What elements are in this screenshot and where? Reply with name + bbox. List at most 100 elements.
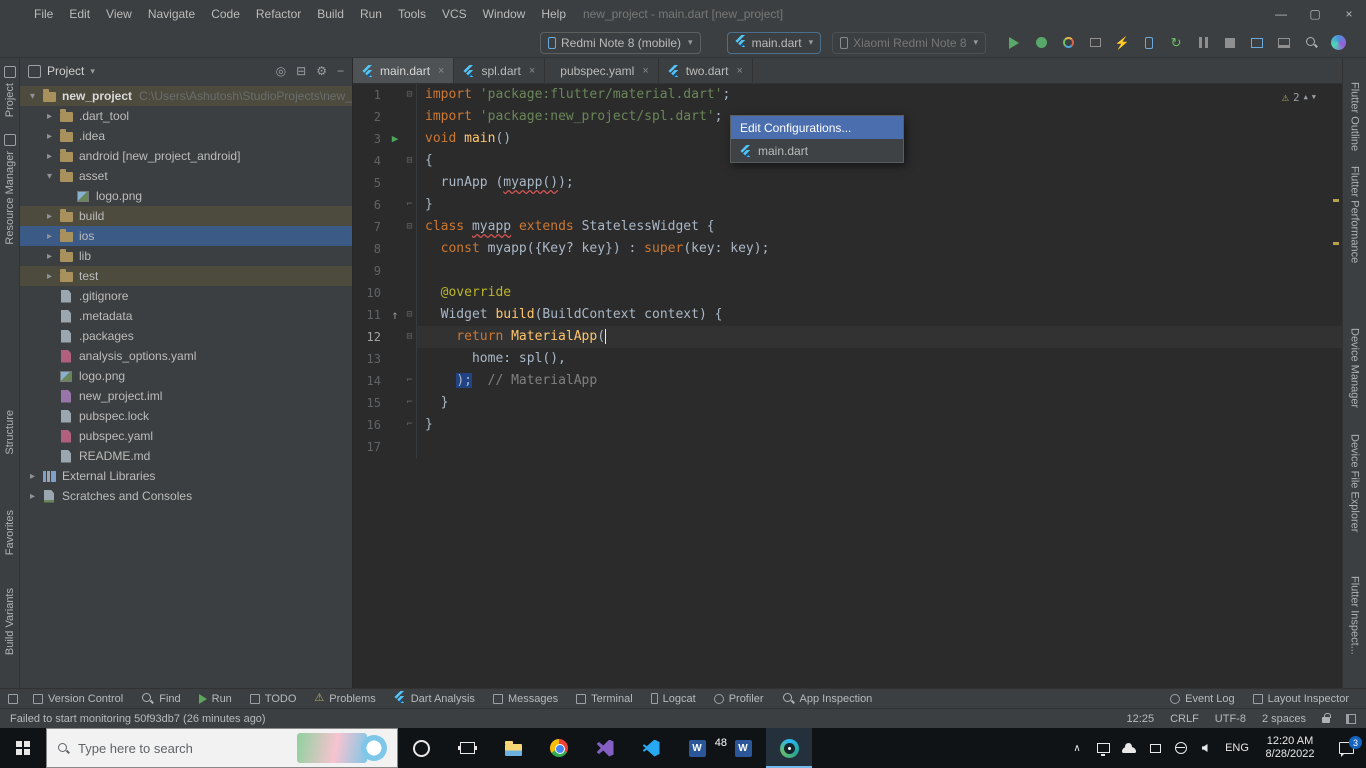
- code-text[interactable]: import 'package:flutter/material.dart';: [417, 84, 1342, 106]
- tree-item-build[interactable]: ▸ build: [20, 206, 352, 226]
- stop-icon[interactable]: [1222, 35, 1238, 51]
- code-line[interactable]: 1 ⊟ import 'package:flutter/material.dart'…: [353, 84, 1342, 106]
- fold-marker-icon[interactable]: ⊟: [403, 84, 417, 106]
- flutter-attach-icon[interactable]: [1141, 35, 1157, 51]
- code-line[interactable]: 17: [353, 436, 1342, 458]
- stripe-button-flutter-performance[interactable]: Flutter Performance: [1343, 166, 1366, 263]
- stripe-button-favorites[interactable]: Favorites: [0, 510, 19, 555]
- code-with-me-icon[interactable]: [1330, 35, 1346, 51]
- debug-icon[interactable]: [1033, 35, 1049, 51]
- tree-item-lib[interactable]: ▸ lib: [20, 246, 352, 266]
- dropdown-item-main-dart[interactable]: main.dart: [731, 139, 903, 162]
- menu-code[interactable]: Code: [203, 0, 248, 28]
- clock[interactable]: 12:20 AM 8/28/2022: [1254, 735, 1326, 761]
- settings-gear-icon[interactable]: ⚙: [316, 64, 327, 78]
- tool-window-button-problems[interactable]: ⚠ Problems: [305, 691, 384, 706]
- tree-item-new-project-iml[interactable]: new_project.iml: [20, 386, 352, 406]
- line-ending-indicator[interactable]: CRLF: [1170, 713, 1199, 725]
- pause-icon[interactable]: [1195, 35, 1211, 51]
- code-line[interactable]: 6 ⌐}: [353, 194, 1342, 216]
- restore-tool-windows-icon[interactable]: [8, 693, 18, 704]
- code-text[interactable]: class myapp extends StatelessWidget {: [417, 216, 1342, 238]
- code-line[interactable]: 9: [353, 260, 1342, 282]
- tool-window-button-event-log[interactable]: Event Log: [1161, 693, 1244, 705]
- fold-marker-icon[interactable]: ⊟: [403, 326, 417, 348]
- taskbar-app-vs-code[interactable]: [628, 728, 674, 768]
- taskbar-app-chrome[interactable]: [536, 728, 582, 768]
- editor-tab-pubspec-yaml[interactable]: pubspec.yaml ×: [545, 58, 659, 83]
- run-config-selector[interactable]: main.dart ▾: [726, 31, 822, 54]
- fold-marker-icon[interactable]: ⌐: [403, 392, 417, 414]
- readonly-lock-icon[interactable]: [1322, 713, 1331, 723]
- tray-monitor[interactable]: [1090, 728, 1116, 768]
- search-highlight-logo[interactable]: [361, 735, 387, 761]
- tray-onedrive[interactable]: [1116, 728, 1142, 768]
- tray-hidden-icons-chevron[interactable]: ∧: [1064, 728, 1090, 768]
- encoding-indicator[interactable]: UTF-8: [1215, 713, 1246, 725]
- chevron-right-icon[interactable]: ▸: [41, 271, 58, 282]
- search-input[interactable]: Type here to search: [78, 741, 289, 756]
- editor-tab-two-dart[interactable]: two.dart ×: [659, 58, 753, 83]
- taskbar-app-word-background[interactable]: 48: [674, 728, 727, 768]
- stripe-button-structure[interactable]: Structure: [0, 410, 19, 455]
- code-text[interactable]: ); // MaterialApp: [417, 370, 1342, 392]
- tree-item--gitignore[interactable]: .gitignore: [20, 286, 352, 306]
- tree-item-android-new-project-android-[interactable]: ▸ android [new_project_android]: [20, 146, 352, 166]
- fold-marker-icon[interactable]: ⌐: [403, 370, 417, 392]
- code-line[interactable]: 15 ⌐ }: [353, 392, 1342, 414]
- tool-window-button-logcat[interactable]: Logcat: [642, 691, 705, 706]
- tree-item-pubspec-yaml[interactable]: pubspec.yaml: [20, 426, 352, 446]
- override-gutter-icon[interactable]: ↑: [387, 304, 403, 326]
- tool-window-button-run[interactable]: Run: [190, 691, 241, 706]
- code-line[interactable]: 16 ⌐}: [353, 414, 1342, 436]
- maximize-button[interactable]: ▢: [1298, 0, 1332, 28]
- chevron-right-icon[interactable]: ▸: [24, 491, 41, 502]
- stripe-button-flutter-inspect-[interactable]: Flutter Inspect...: [1343, 576, 1366, 655]
- code-text[interactable]: runApp (myapp());: [417, 172, 1342, 194]
- chevron-down-icon[interactable]: ▾: [90, 66, 95, 77]
- menu-run[interactable]: Run: [352, 0, 390, 28]
- code-text[interactable]: [417, 260, 1342, 282]
- menu-help[interactable]: Help: [533, 0, 574, 28]
- chevron-right-icon[interactable]: ▸: [24, 471, 41, 482]
- fold-marker-icon[interactable]: ⊟: [403, 304, 417, 326]
- tree-item-external-libraries[interactable]: ▸ External Libraries: [20, 466, 352, 486]
- tree-item-ios[interactable]: ▸ ios: [20, 226, 352, 246]
- taskbar-app-cortana[interactable]: [398, 728, 444, 768]
- tool-window-button-app-inspection[interactable]: App Inspection: [773, 691, 882, 706]
- stripe-button-build-variants[interactable]: Build Variants: [0, 588, 19, 655]
- stripe-button-resource-manager[interactable]: Resource Manager: [0, 134, 19, 245]
- editor-tab-main-dart[interactable]: main.dart ×: [353, 58, 455, 83]
- close-tab-icon[interactable]: ×: [529, 65, 535, 77]
- run-icon[interactable]: [1006, 35, 1022, 51]
- taskbar-app-android-studio[interactable]: [766, 728, 812, 768]
- menu-file[interactable]: File: [26, 0, 61, 28]
- code-text[interactable]: }: [417, 194, 1342, 216]
- tree-item--metadata[interactable]: .metadata: [20, 306, 352, 326]
- caret-position[interactable]: 12:25: [1127, 713, 1155, 725]
- tree-item-pubspec-lock[interactable]: pubspec.lock: [20, 406, 352, 426]
- close-tab-icon[interactable]: ×: [642, 65, 648, 77]
- close-tab-icon[interactable]: ×: [736, 65, 742, 77]
- taskbar-app-task-view[interactable]: [444, 728, 490, 768]
- tree-item-new-project[interactable]: ▾ new_project C:\Users\Ashutosh\StudioProj…: [20, 86, 352, 106]
- code-line[interactable]: 8 const myapp({Key? key}) : super(key: k…: [353, 238, 1342, 260]
- chevron-right-icon[interactable]: ▸: [41, 131, 58, 142]
- code-line[interactable]: 11 ↑ ⊟ Widget build(BuildContext context) …: [353, 304, 1342, 326]
- menu-vcs[interactable]: VCS: [434, 0, 475, 28]
- tool-window-button-todo[interactable]: TODO: [241, 691, 306, 706]
- code-line[interactable]: 10 @override: [353, 282, 1342, 304]
- hot-restart-icon[interactable]: ↻: [1168, 35, 1184, 51]
- code-line[interactable]: 14 ⌐ ); // MaterialApp: [353, 370, 1342, 392]
- attach-debugger-icon[interactable]: [1087, 35, 1103, 51]
- search-everywhere-icon[interactable]: [1303, 35, 1319, 51]
- status-message[interactable]: Failed to start monitoring 50f93db7 (26 …: [10, 713, 266, 725]
- tree-item-analysis-options-yaml[interactable]: analysis_options.yaml: [20, 346, 352, 366]
- device-selector[interactable]: Redmi Note 8 (mobile) ▾: [540, 31, 701, 54]
- code-line[interactable]: 5 runApp (myapp());: [353, 172, 1342, 194]
- stripe-button-flutter-outline[interactable]: Flutter Outline: [1343, 82, 1366, 151]
- project-panel-title[interactable]: Project: [47, 64, 84, 78]
- menu-refactor[interactable]: Refactor: [248, 0, 309, 28]
- fold-marker-icon[interactable]: ⌐: [403, 194, 417, 216]
- taskbar-search[interactable]: Type here to search: [46, 728, 398, 768]
